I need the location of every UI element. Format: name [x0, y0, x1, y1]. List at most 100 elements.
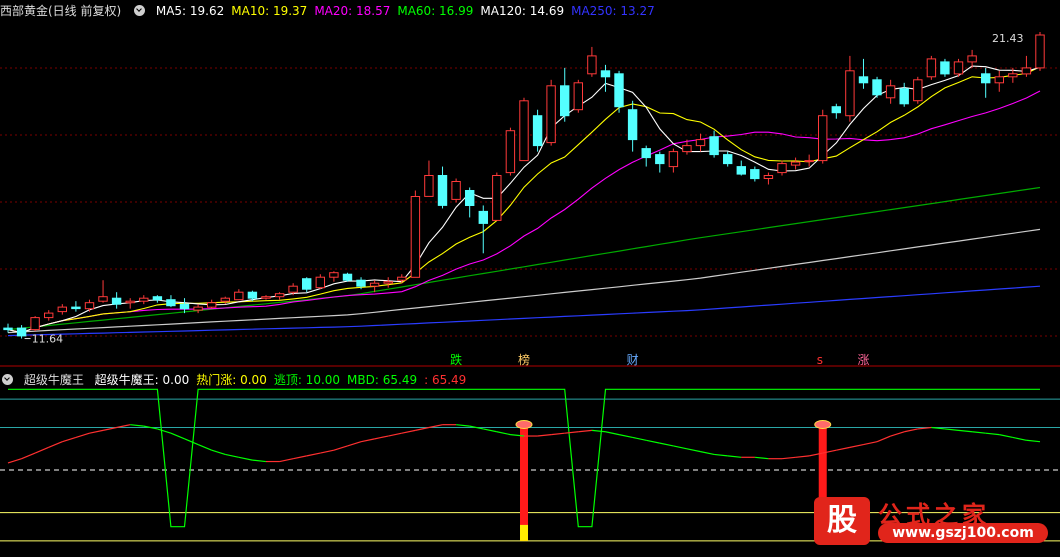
event-marker: 跌: [450, 352, 462, 367]
mbd-segment: [21, 452, 36, 460]
mbd-segment: [863, 441, 878, 446]
mbd-segment: [401, 429, 416, 434]
candle-body: [709, 136, 719, 156]
candle-body: [329, 272, 339, 278]
watermark-logo: 股 公式之家 www.gszj100.com: [814, 497, 1054, 547]
mbd-segment: [944, 428, 959, 431]
mbd-segment: [673, 445, 688, 450]
ma-legend: MA5: 19.62 MA10: 19.37 MA20: 18.57 MA60: 16…: [156, 4, 662, 18]
mbd-segment: [537, 434, 552, 437]
candle-body: [451, 181, 461, 200]
mbd-segment: [252, 459, 267, 463]
candle-body: [736, 166, 746, 175]
mbd-segment: [904, 428, 918, 433]
candle-body: [845, 70, 855, 117]
mbd-segment: [781, 456, 796, 460]
candle-body: [179, 303, 190, 310]
candle-body: [790, 161, 801, 166]
candle-body: [261, 296, 271, 299]
mbd-segment: [700, 451, 715, 456]
mbd-segment: [890, 431, 905, 437]
hot-bar-base: [520, 524, 528, 541]
mbd-segment: [62, 436, 77, 443]
mbd-segment: [985, 432, 1000, 436]
candle-body: [872, 79, 882, 96]
candle-body: [587, 55, 597, 75]
mbd-segment: [795, 455, 810, 458]
ma-legend-item: MA20: 18.57: [314, 4, 391, 18]
mbd-segment: [184, 438, 199, 446]
mbd-segment: [456, 424, 470, 427]
mbd-segment: [1012, 436, 1027, 441]
candle-body: [44, 312, 54, 319]
candle-body: [98, 296, 108, 302]
candle-body: [220, 297, 231, 302]
ma-legend-item: MA10: 19.37: [231, 4, 308, 18]
mbd-segment: [618, 434, 633, 439]
candle-body: [302, 278, 312, 290]
event-marker: 榜: [518, 352, 530, 367]
indicator-header: 超级牛魔王 超级牛魔王: 0.00 热门涨: 0.00 逃顶: 10.00 MBD: …: [0, 371, 480, 387]
candle-body: [682, 145, 692, 153]
candle-body: [777, 163, 787, 174]
candle-body: [315, 276, 326, 289]
candle-body: [369, 282, 380, 287]
candle-body: [641, 148, 651, 159]
chart-stage: 21.43 11.64 跌榜财 s 涨 西部黄金(日线 前复权) MA5: 19.62 M…: [0, 0, 1060, 553]
candle-body: [383, 281, 393, 284]
mbd-segment: [605, 431, 620, 436]
indicator-legend-item: 超级牛魔王: 0.00: [94, 373, 190, 387]
candle-body: [953, 61, 964, 75]
mbd-segment: [306, 452, 321, 457]
indicator-legend-item: : 65.49: [424, 373, 467, 387]
mbd-segment: [197, 443, 212, 451]
indicator-settings-icon[interactable]: [2, 374, 13, 385]
candle-body: [858, 76, 869, 84]
mbd-segment: [686, 448, 701, 453]
logo-badge: 股: [814, 497, 870, 545]
mbd-segment: [1026, 439, 1041, 443]
mbd-segment: [347, 441, 362, 447]
candle-body: [994, 76, 1004, 84]
mbd-segment: [754, 456, 769, 460]
mbd-segment: [659, 442, 674, 447]
candle-body: [397, 276, 407, 281]
mbd-segment: [157, 428, 172, 434]
mbd-segment: [483, 428, 497, 433]
candle-body: [342, 273, 353, 281]
mbd-segment: [836, 446, 851, 451]
candle-body: [899, 88, 909, 105]
low-price-label: 11.64: [32, 333, 64, 346]
mbd-segment: [211, 449, 226, 456]
mbd-segment: [632, 436, 647, 441]
event-marker: 财: [627, 353, 639, 367]
candle-body: [1035, 34, 1045, 69]
candle-body: [926, 58, 937, 78]
mbd-segment: [75, 432, 90, 439]
candle-body: [532, 115, 543, 147]
candle-body: [940, 61, 950, 75]
mbd-segment: [34, 446, 49, 454]
ma-settings-icon[interactable]: [134, 5, 146, 16]
candle-body: [207, 302, 217, 308]
event-marker: 涨: [857, 352, 869, 367]
ma-line-ma60: [7, 186, 1041, 331]
mbd-segment: [999, 434, 1013, 439]
chart-canvas: 21.43 11.64 跌 榜 财 s 涨: [0, 31, 1060, 542]
mbd-segment: [48, 441, 63, 448]
candle-body: [818, 115, 828, 162]
mbd-segment: [388, 432, 402, 437]
candle-body: [410, 196, 421, 278]
candle-body: [1021, 67, 1032, 75]
mbd-segment: [238, 456, 253, 461]
candle-body: [723, 154, 733, 165]
candle-body: [668, 151, 679, 168]
mbd-segment: [972, 431, 986, 434]
mbd-segment: [578, 429, 592, 433]
candle-body: [627, 109, 638, 141]
mbd-segment: [333, 445, 348, 451]
ma-legend-item: MA250: 13.27: [571, 4, 655, 18]
indicator-title: 超级牛魔王: [23, 373, 84, 387]
candle-body: [111, 297, 122, 305]
mbd-segment: [7, 458, 22, 464]
